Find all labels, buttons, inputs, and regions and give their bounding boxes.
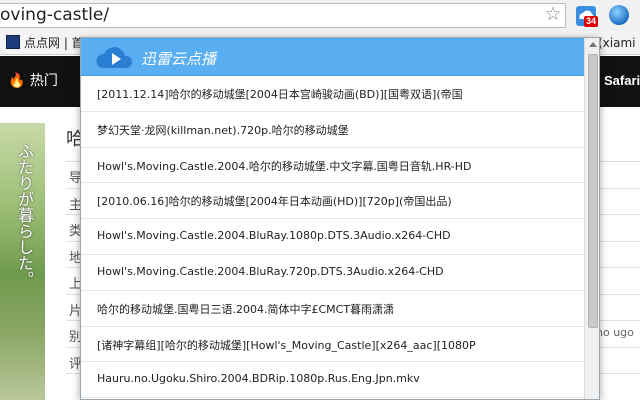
address-bar[interactable]: oving-castle/ — [0, 3, 566, 28]
popup-list-item[interactable]: Howl's.Moving.Castle.2004.哈尔的移动城堡.中文字幕.国… — [81, 148, 584, 184]
bookmark-label: (xiami — [598, 36, 636, 50]
info-value-alias: no ugo — [596, 326, 634, 339]
popup-list-item[interactable]: [诸神字幕组][哈尔的移动城堡][Howl's_Moving_Castle][x… — [81, 327, 584, 363]
poster-text: ふたりが暮らした。 — [15, 143, 34, 287]
popup-list-item[interactable]: 梦幻天堂·龙网(killman.net).720p.哈尔的移动城堡 — [81, 112, 584, 148]
bookmark-label: 点点网 | 首 — [24, 36, 84, 50]
list-item-text: Hauru.no.Ugoku.Shiro.2004.BDRip.1080p.Ru… — [97, 372, 420, 386]
diandian-icon — [6, 35, 20, 49]
popup-list-item[interactable]: [2011.12.14]哈尔的移动城堡[2004日本宫崎骏动画(BD)][国粤双… — [81, 76, 584, 112]
list-item-text: [2010.06.16]哈尔的移动城堡[2004年日本动画(HD)][720p]… — [97, 195, 452, 209]
popup-header: 迅雷云点播 — [81, 38, 584, 76]
nav-safari[interactable]: Safari — [604, 72, 640, 90]
address-text[interactable]: oving-castle/ — [0, 4, 109, 27]
list-item-text: [2011.12.14]哈尔的移动城堡[2004日本宫崎骏动画(BD)][国粤双… — [97, 88, 463, 101]
browser-toolbar: oving-castle/ ☆ 34 — [0, 0, 640, 31]
popup-list: [2011.12.14]哈尔的移动城堡[2004日本宫崎骏动画(BD)][国粤双… — [81, 76, 584, 399]
popup-list-item[interactable]: Hauru.no.Ugoku.Shiro.2004.BDRip.1080p.Ru… — [81, 362, 584, 399]
scroll-up-arrow-icon[interactable] — [589, 42, 597, 47]
scroll-thumb[interactable] — [588, 54, 598, 328]
extension-badge: 34 — [584, 16, 599, 27]
popup-list-item[interactable]: 哈尔的移动城堡.国粤日三语.2004.简体中字£CMCT暮雨潇潇 — [81, 291, 584, 327]
cloud-play-icon — [96, 47, 133, 68]
popup-list-item[interactable]: [2010.06.16]哈尔的移动城堡[2004年日本动画(HD)][720p]… — [81, 183, 584, 220]
popup-list-item[interactable]: Howl's.Moving.Castle.2004.BluRay.720p.DT… — [81, 255, 584, 291]
thunder-popup: 迅雷云点播 [2011.12.14]哈尔的移动城堡[2004日本宫崎骏动画(BD… — [80, 37, 600, 400]
popup-list-item[interactable]: Howl's.Moving.Castle.2004.BluRay.1080p.D… — [81, 219, 584, 255]
nav-hot[interactable]: 🔥 热门 — [8, 72, 58, 90]
popup-scrollbar[interactable] — [584, 38, 599, 399]
bookmark-star-icon[interactable]: ☆ — [543, 5, 563, 25]
movie-poster[interactable]: ふたりが暮らした。 — [0, 123, 45, 400]
list-item-text: [诸神字幕组][哈尔的移动城堡][Howl's_Moving_Castle][x… — [97, 338, 476, 352]
list-item-text: 梦幻天堂·龙网(killman.net).720p.哈尔的移动城堡 — [97, 123, 349, 137]
bookmark-item-xiami[interactable]: (xiami — [598, 35, 636, 51]
list-item-text: Howl's.Moving.Castle.2004.BluRay.1080p.D… — [97, 229, 451, 243]
list-item-text: Howl's.Moving.Castle.2004.BluRay.720p.DT… — [97, 264, 444, 278]
popup-title: 迅雷云点播 — [141, 50, 217, 68]
bookmark-item-diandian[interactable]: 点点网 | 首 — [6, 35, 84, 51]
list-item-text: 哈尔的移动城堡.国粤日三语.2004.简体中字£CMCT暮雨潇潇 — [97, 302, 395, 316]
globe-icon[interactable] — [609, 5, 629, 25]
list-item-text: Howl's.Moving.Castle.2004.哈尔的移动城堡.中文字幕.国… — [97, 159, 472, 173]
